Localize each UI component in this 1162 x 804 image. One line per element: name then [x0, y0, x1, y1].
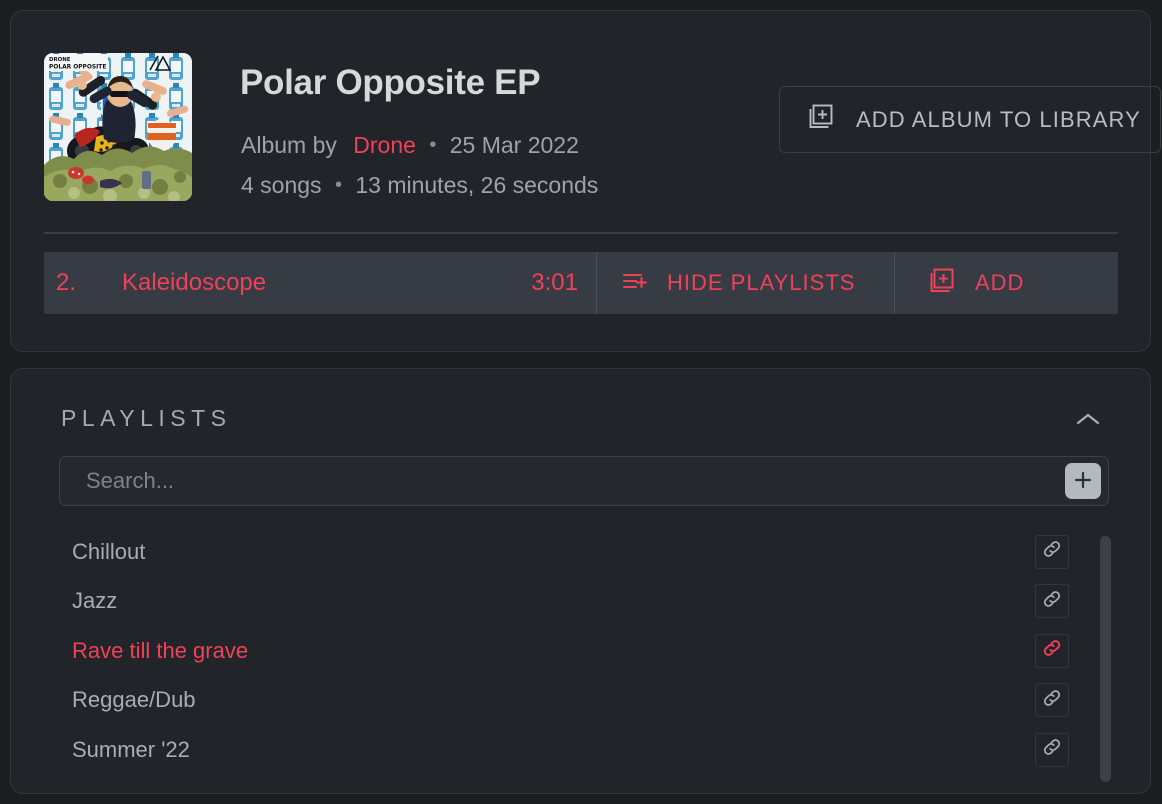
link-icon — [1041, 588, 1063, 615]
list-item[interactable]: Chillout — [59, 527, 1111, 577]
add-to-library-icon — [804, 101, 836, 138]
playlist-name: Chillout — [72, 538, 146, 564]
track-duration: 3:01 — [531, 269, 578, 296]
album-byline-prefix: Album by — [241, 132, 337, 158]
album-stats: 4 songs • 13 minutes, 26 seconds — [241, 165, 598, 205]
link-playlist-button[interactable] — [1035, 534, 1069, 569]
plus-icon — [1071, 468, 1095, 495]
album-cover-art: Steep 400m — [44, 53, 192, 201]
track-title[interactable]: Kaleidoscope — [122, 269, 266, 297]
album-release-date: 25 Mar 2022 — [449, 132, 579, 158]
meta-separator-2: • — [334, 174, 342, 196]
collapse-playlists-button[interactable] — [1070, 407, 1106, 437]
album-song-count: 4 songs — [241, 172, 322, 198]
link-playlist-button[interactable] — [1035, 683, 1069, 718]
link-icon — [1041, 538, 1063, 565]
svg-text:POLAR OPPOSITE: POLAR OPPOSITE — [49, 65, 106, 71]
album-title: Polar Opposite EP — [240, 63, 541, 102]
album-panel: Steep 400m — [10, 10, 1161, 352]
list-item[interactable]: Summer '22 — [59, 725, 1111, 775]
hide-playlists-button[interactable]: HIDE PLAYLISTS — [596, 252, 894, 314]
list-item[interactable]: Jazz — [59, 577, 1111, 627]
track-add-label: ADD — [975, 270, 1025, 295]
playlists-section-title: PLAYLISTS — [61, 405, 232, 431]
playlist-list: Chillout Jazz Rave till the grave Reggae… — [59, 527, 1111, 785]
link-playlist-button[interactable] — [1035, 633, 1069, 668]
hide-playlists-label: HIDE PLAYLISTS — [667, 270, 856, 295]
create-playlist-button[interactable] — [1065, 463, 1101, 499]
track-main[interactable]: 2. Kaleidoscope 3:01 — [44, 252, 596, 314]
link-icon — [1041, 736, 1063, 763]
add-album-to-library-button[interactable]: ADD ALBUM TO LIBRARY — [779, 86, 1161, 153]
app-root: Steep 400m — [0, 0, 1162, 804]
link-playlist-button[interactable] — [1035, 732, 1069, 767]
add-to-library-icon — [925, 265, 957, 302]
link-icon — [1041, 637, 1063, 664]
playlist-name: Reggae/Dub — [72, 687, 196, 713]
playlist-name: Summer '22 — [72, 736, 190, 762]
link-playlist-button[interactable] — [1035, 584, 1069, 619]
chevron-up-icon — [1073, 410, 1103, 435]
link-icon — [1041, 687, 1063, 714]
album-byline: Album by Drone • 25 Mar 2022 — [241, 125, 579, 165]
album-header: Steep 400m — [44, 41, 1161, 221]
track-number: 2. — [56, 269, 77, 296]
album-divider — [44, 232, 1118, 234]
track-add-button[interactable]: ADD — [894, 252, 1118, 314]
playlist-add-icon — [619, 266, 649, 301]
list-item[interactable]: Reggae/Dub — [59, 676, 1111, 726]
playlist-search-input[interactable] — [60, 457, 1065, 505]
artist-link[interactable]: Drone — [353, 132, 416, 158]
playlist-scrollbar-thumb[interactable] — [1100, 536, 1111, 782]
track-row[interactable]: 2. Kaleidoscope 3:01 HIDE PLAYLISTS ADD — [44, 252, 1118, 314]
playlist-search-bar — [59, 456, 1109, 506]
list-item[interactable]: Rave till the grave — [59, 626, 1111, 676]
meta-separator-1: • — [429, 134, 437, 156]
album-duration: 13 minutes, 26 seconds — [355, 172, 599, 198]
add-album-to-library-label: ADD ALBUM TO LIBRARY — [856, 106, 1141, 132]
svg-text:DRONE: DRONE — [49, 57, 71, 63]
playlist-scrollbar-track[interactable] — [1100, 536, 1111, 785]
playlist-name: Jazz — [72, 588, 118, 614]
playlists-panel: PLAYLISTS Chillout — [10, 368, 1151, 794]
playlist-name: Rave till the grave — [72, 637, 249, 663]
